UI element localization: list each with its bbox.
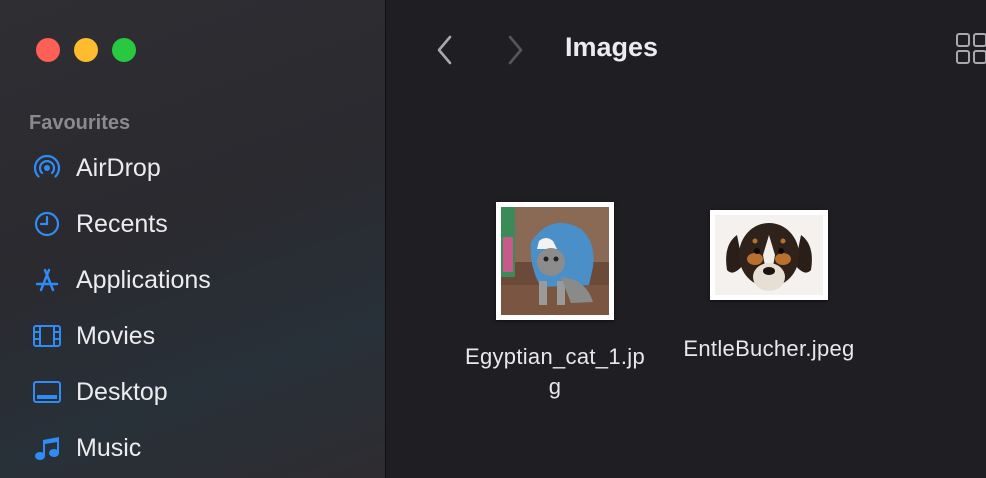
sidebar-item-music[interactable]: Music (0, 420, 386, 476)
maximize-window-button[interactable] (112, 38, 136, 62)
forward-button[interactable] (497, 30, 533, 70)
traffic-lights (36, 38, 136, 62)
sidebar-item-label: Desktop (76, 377, 168, 406)
finder-window: Favourites AirDrop Recents Applications … (0, 0, 986, 478)
icon-view-button[interactable] (955, 32, 986, 66)
desktop-icon (32, 377, 62, 407)
file-item[interactable]: Egyptian_cat_1.jp g (445, 202, 665, 402)
close-window-button[interactable] (36, 38, 60, 62)
grid-view-icon (956, 33, 986, 64)
minimize-window-button[interactable] (74, 38, 98, 62)
sidebar-item-recents[interactable]: Recents (0, 196, 386, 252)
sidebar-item-label: AirDrop (76, 153, 161, 182)
main-content: Images Egyptian_cat_1.jp g EntleBucher.j… (387, 0, 986, 478)
file-item[interactable]: EntleBucher.jpeg (669, 210, 869, 364)
file-name-line: g (548, 374, 562, 399)
cat-photo (501, 207, 609, 315)
film-icon (32, 321, 62, 351)
file-name: EntleBucher.jpeg (683, 336, 855, 361)
sidebar-item-label: Applications (76, 265, 211, 294)
sidebar-item-airdrop[interactable]: AirDrop (0, 140, 386, 196)
sidebar-item-applications[interactable]: Applications (0, 252, 386, 308)
back-button[interactable] (427, 30, 463, 70)
sidebar-item-label: Movies (76, 321, 156, 350)
file-thumbnail[interactable] (710, 210, 828, 300)
sidebar: Favourites AirDrop Recents Applications … (0, 0, 386, 478)
applications-icon (32, 265, 62, 295)
sidebar-item-label: Music (76, 433, 142, 462)
file-name-line: Egyptian_cat_1.jp (464, 344, 645, 369)
sidebar-item-desktop[interactable]: Desktop (0, 364, 386, 420)
puppy-photo (715, 215, 823, 295)
file-name: Egyptian_cat_1.jp g (445, 342, 665, 402)
favourites-section-title: Favourites (29, 112, 131, 134)
music-note-icon (32, 433, 62, 463)
sidebar-list: AirDrop Recents Applications Movies Desk… (0, 140, 386, 476)
file-thumbnail[interactable] (496, 202, 614, 320)
window-title: Images (565, 32, 659, 62)
clock-icon (32, 209, 62, 239)
chevron-left-icon (437, 35, 452, 65)
sidebar-item-movies[interactable]: Movies (0, 308, 386, 364)
airdrop-icon (32, 153, 62, 183)
sidebar-item-label: Recents (76, 209, 168, 238)
chevron-right-icon (508, 35, 523, 65)
